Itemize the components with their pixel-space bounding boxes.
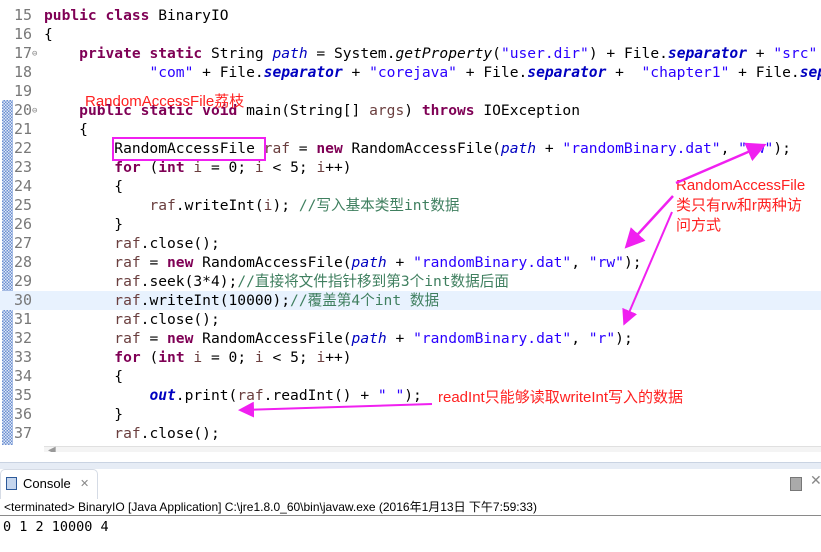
annotation-arrows (238, 142, 767, 418)
arrow (238, 401, 433, 418)
arrow (624, 195, 674, 249)
arrow (622, 211, 673, 326)
arrow (675, 142, 767, 185)
